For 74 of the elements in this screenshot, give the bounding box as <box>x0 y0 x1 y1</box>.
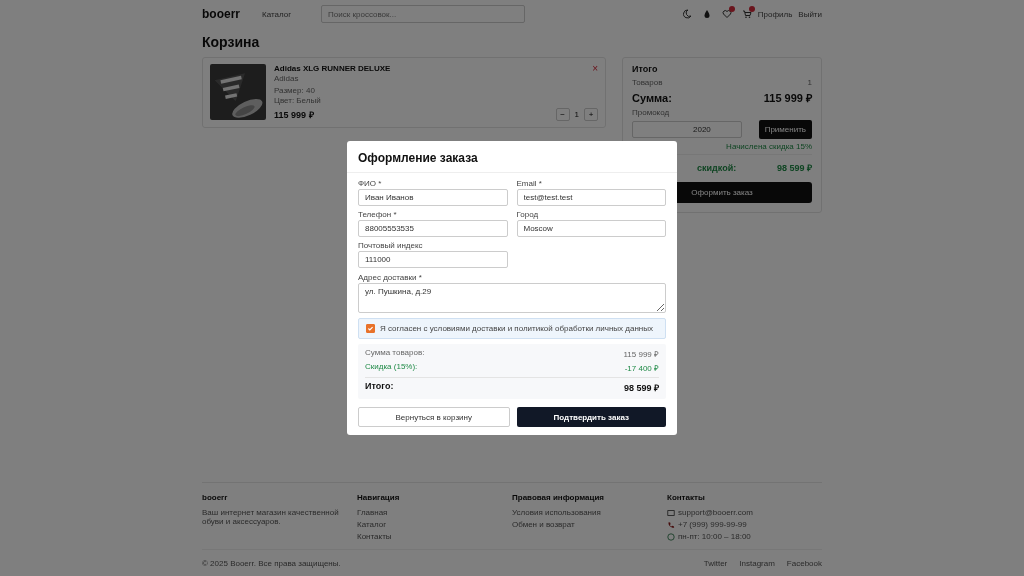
cart-icon[interactable] <box>741 9 752 19</box>
logout-link[interactable]: Выйти <box>798 9 822 19</box>
promo-label: Промокод <box>632 108 671 117</box>
input-field[interactable]: Moscow <box>516 220 666 237</box>
consent-checkbox[interactable] <box>366 324 375 333</box>
mail-icon <box>667 508 675 517</box>
badge-dot <box>748 6 755 12</box>
items-count: 1 <box>807 78 812 87</box>
summary-title: Итого <box>632 64 659 74</box>
apply-button[interactable]: Применить <box>758 120 812 139</box>
dialog-title: Оформление заказа <box>358 151 478 165</box>
summary-label: Итого: <box>365 381 394 393</box>
summary-value: 115 999 ₽ <box>623 349 659 359</box>
field-label: Адрес доставки * <box>358 273 423 282</box>
contact-text: support@booerr.com <box>678 508 753 517</box>
summary-label: Скидка (15%): <box>365 362 418 373</box>
footer-link[interactable]: Условия использования <box>512 508 667 517</box>
summary-value: 98 599 ₽ <box>623 382 659 394</box>
increase-button[interactable]: + <box>584 108 598 121</box>
footer-link[interactable]: Главная <box>357 508 512 517</box>
footer-link[interactable]: Обмен и возврат <box>512 520 667 529</box>
product-size: Размер: 40 <box>274 86 316 95</box>
decrease-button[interactable]: − <box>555 108 570 121</box>
catalog-link[interactable]: Каталог <box>262 9 292 19</box>
social-link[interactable]: Instagram <box>739 559 775 568</box>
total-value: 98 599 ₽ <box>776 162 812 174</box>
confirm-button[interactable]: Подтвердить заказ <box>516 407 666 427</box>
summary-label: Сумма товаров: <box>365 348 425 359</box>
search-field[interactable]: Поиск кроссовок... <box>321 5 526 23</box>
social-link[interactable]: Twitter <box>703 559 728 568</box>
product-color: Цвет: Белый <box>274 96 322 105</box>
remove-button[interactable]: × <box>592 64 598 74</box>
social-link[interactable]: Facebook <box>786 559 822 568</box>
field-label: Телефон * <box>358 210 398 219</box>
footer-heading: booerr <box>202 493 229 502</box>
footer-heading: Навигация <box>357 493 401 502</box>
quantity-value: 1 <box>574 110 579 119</box>
items-label: Товаров <box>632 78 663 87</box>
field-label: Email * <box>516 179 543 188</box>
input-field[interactable]: 88005553535 <box>358 220 508 237</box>
address-field[interactable]: ул. Пушкина, д.29 <box>358 283 666 313</box>
footer-heading: Контакты <box>667 493 706 502</box>
back-button[interactable]: Вернуться в корзину <box>358 407 510 427</box>
input-field[interactable]: 111000 <box>358 251 508 268</box>
summary-value: -17 400 ₽ <box>624 363 659 373</box>
logo[interactable]: booerr <box>202 7 240 21</box>
product-brand: Adidas <box>274 74 300 83</box>
contact-text: пн-пт: 10:00 – 18:00 <box>678 532 751 541</box>
product-price: 115 999 ₽ <box>274 109 315 121</box>
footer-link[interactable]: Каталог <box>357 520 512 529</box>
promo-field[interactable]: 2020 <box>632 121 742 138</box>
sum-value: 115 999 ₽ <box>763 91 812 105</box>
heart-icon[interactable] <box>721 9 732 19</box>
profile-link[interactable]: Профиль <box>757 9 793 19</box>
field-label: ФИО * <box>358 179 383 188</box>
input-field[interactable]: Иван Иванов <box>358 189 508 206</box>
contact-text: +7 (999) 999-99-99 <box>678 520 747 529</box>
product-name[interactable]: Adidas XLG RUNNER DELUXE <box>274 64 391 73</box>
field-label: Город <box>516 210 540 219</box>
moon-icon[interactable] <box>681 9 692 19</box>
page-title: Корзина <box>202 34 261 50</box>
footer-heading: Правовая информация <box>512 493 605 502</box>
total-label: скидкой: <box>697 162 737 173</box>
footer-link[interactable]: Контакты <box>357 532 512 541</box>
footer-description: Ваш интернет магазин качественной обуви и аксессуаров. <box>202 508 340 526</box>
consent-text: Я согласен с условиями доставки и политикой обработки личных данных <box>380 324 653 333</box>
input-field[interactable]: test@test.test <box>516 189 666 206</box>
badge-dot <box>728 6 735 12</box>
promo-note: Начислена скидка 15% <box>725 142 812 151</box>
copyright-text: © 2025 Booerr. Все права защищены. <box>202 559 341 568</box>
sum-label: Сумма: <box>632 91 672 104</box>
phone-icon <box>667 520 675 529</box>
field-label: Почтовый индекс <box>358 241 424 250</box>
clock-icon <box>667 532 675 541</box>
